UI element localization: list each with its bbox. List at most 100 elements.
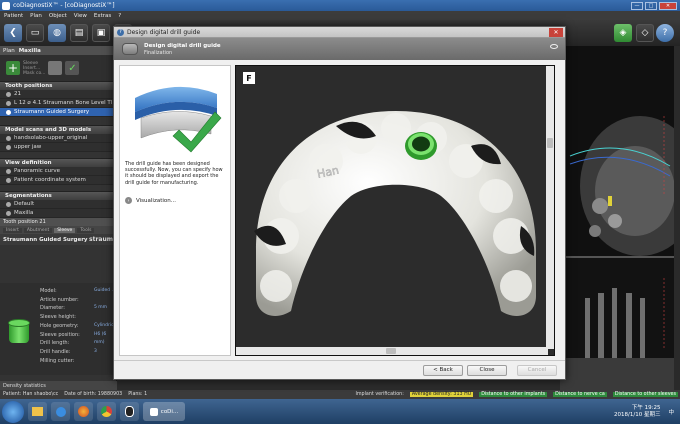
system-clock[interactable]: 下午 19:25 2018/1/10 星期三 <box>614 405 660 419</box>
patient-name: Patient: Han shaobo\cc <box>3 392 59 397</box>
prop-label: Diameter: <box>40 305 65 312</box>
header-title: Design digital drill guide <box>144 42 221 49</box>
distance-implants-badge: Distance to other implants <box>479 392 548 397</box>
distance-nerve-badge: Distance to nerve ca <box>553 392 607 397</box>
eye-icon[interactable] <box>550 44 558 49</box>
position-header: Tooth position 21 <box>0 218 116 226</box>
segmentations-header[interactable]: Segmentations <box>0 191 116 200</box>
segmentation-item[interactable]: Default <box>0 200 116 209</box>
back-arrow-icon[interactable]: ❮ <box>4 24 22 42</box>
model-item[interactable]: upper jaw <box>0 143 116 152</box>
help-icon: ? <box>117 28 124 36</box>
tooth-group[interactable]: 21 <box>0 90 116 99</box>
eye-icon[interactable] <box>6 144 11 150</box>
add-icon[interactable]: + <box>6 61 20 75</box>
cross-section-ct-view[interactable] <box>560 256 674 390</box>
sgs-title: Straumann Guided Surgery <box>3 236 88 243</box>
implant-icon[interactable]: ◇ <box>636 24 654 42</box>
close-button[interactable]: Close <box>467 364 507 376</box>
segmentation-item[interactable]: Maxilla <box>0 209 116 218</box>
firefox-icon[interactable] <box>74 402 93 421</box>
view-definition-header[interactable]: View definition <box>0 158 116 167</box>
view-def-item[interactable]: Panoramic curve <box>0 167 116 176</box>
cancel-button[interactable]: Cancel <box>517 364 557 376</box>
clock-date: 2018/1/10 星期三 <box>614 411 661 418</box>
eye-icon[interactable] <box>6 135 11 141</box>
prop-label: Sleeve position: <box>40 331 80 338</box>
chrome-icon[interactable] <box>97 402 116 421</box>
menu-object[interactable]: Object <box>49 13 67 19</box>
close-window-button[interactable]: ✕ <box>659 1 677 10</box>
model-item[interactable]: handsolabo-upper_original <box>0 134 116 143</box>
view-icon[interactable]: ▣ <box>92 24 110 42</box>
tooth-item-label: Straumann Guided Surgery <box>14 109 90 115</box>
eye-icon[interactable] <box>6 168 11 174</box>
dialog-title-bar: ? Design digital drill guide ✕ <box>114 27 565 38</box>
qq-icon[interactable] <box>120 402 139 421</box>
tooth-item[interactable]: L 12 ⌀ 4.1 Straumann Bone Level Tl <box>0 99 116 108</box>
tooth-icon[interactable]: ◈ <box>614 24 632 42</box>
model-label: upper jaw <box>14 144 42 150</box>
tab-tools[interactable]: Tools <box>77 227 95 233</box>
folder-icon[interactable]: ▭ <box>26 24 44 42</box>
sleeve-preview-icon <box>8 319 30 345</box>
tooth-positions-header[interactable]: Tooth positions <box>0 81 116 90</box>
view-horizontal-scrollbar[interactable] <box>236 347 548 355</box>
layers-icon[interactable]: ▤ <box>70 24 88 42</box>
tooth-item-selected[interactable]: Straumann Guided Surgery <box>0 108 116 117</box>
prop-label: Drill handle: <box>40 348 71 355</box>
dialog-close-button[interactable]: ✕ <box>549 27 563 37</box>
menu-help[interactable]: ? <box>118 13 121 19</box>
eye-icon[interactable] <box>6 91 11 97</box>
maximize-button[interactable]: □ <box>645 1 657 10</box>
minimize-button[interactable]: — <box>631 1 643 10</box>
sleeve-tool-icon[interactable] <box>48 61 63 75</box>
arrow-right-icon: › <box>125 197 132 204</box>
prop-label: Model: <box>40 288 57 294</box>
average-density-badge: Average density: 313 HU <box>409 392 474 397</box>
models-header[interactable]: Model scans and 3D models <box>0 125 116 134</box>
tool-mask[interactable]: Mask co... <box>23 71 45 76</box>
visualization-link[interactable]: › Visualization... <box>125 197 176 204</box>
view-vertical-scrollbar[interactable] <box>546 66 554 349</box>
eye-icon[interactable] <box>6 210 11 216</box>
sgs-header: Straumann Guided Surgery straum <box>0 234 116 245</box>
eye-icon[interactable] <box>6 201 11 207</box>
start-button[interactable] <box>2 400 24 423</box>
view-def-label: Panoramic curve <box>14 168 60 174</box>
input-language[interactable]: 中 <box>668 408 674 416</box>
date-of-birth: Date of birth: 19880903 <box>64 392 123 397</box>
tab-abutment[interactable]: Abutment <box>23 227 53 233</box>
prop-label: Article number: <box>40 296 79 303</box>
codiagnostix-taskbar-button[interactable]: coDi... <box>143 402 185 421</box>
model-label: handsolabo-upper_original <box>14 135 88 141</box>
media-player-icon[interactable] <box>51 402 70 421</box>
tab-insert[interactable]: Insert <box>3 227 22 233</box>
wizard-info-panel: The drill guide has been designed succes… <box>119 65 231 356</box>
tab-sleeve[interactable]: Sleeve <box>54 227 76 233</box>
eye-icon[interactable] <box>6 109 11 115</box>
checkmark-tool-icon[interactable]: ✓ <box>65 61 80 75</box>
menu-extras[interactable]: Extras <box>94 13 111 19</box>
help-icon[interactable]: ? <box>656 24 674 42</box>
axial-ct-view[interactable] <box>560 46 674 256</box>
position-subtabs: Insert Abutment Sleeve Tools <box>0 226 116 234</box>
distance-sleeves-badge: Distance to other sleeves <box>612 392 678 397</box>
dialog-title: Design digital drill guide <box>127 28 201 36</box>
drill-guide-model: Han <box>254 111 536 316</box>
menu-patient[interactable]: Patient <box>4 13 23 19</box>
windows-taskbar: coDi... 下午 19:25 2018/1/10 星期三 中 <box>0 399 680 424</box>
plan-name[interactable]: Maxilla <box>19 48 41 54</box>
right-scrollbar[interactable] <box>674 46 680 390</box>
density-statistics-header[interactable]: Density statistics <box>0 381 117 390</box>
eye-icon[interactable] <box>6 100 11 106</box>
menu-view[interactable]: View <box>74 13 87 19</box>
eye-icon[interactable] <box>6 177 11 183</box>
file-explorer-icon[interactable] <box>28 402 47 421</box>
back-button[interactable]: < Back <box>423 364 463 376</box>
view-def-item[interactable]: Patient coordinate system <box>0 176 116 185</box>
globe-icon[interactable]: ◍ <box>48 24 66 42</box>
drill-guide-3d-view[interactable]: F Han <box>235 65 555 356</box>
menu-plan[interactable]: Plan <box>30 13 42 19</box>
menu-bar: Patient Plan Object View Extras ? <box>0 11 680 20</box>
